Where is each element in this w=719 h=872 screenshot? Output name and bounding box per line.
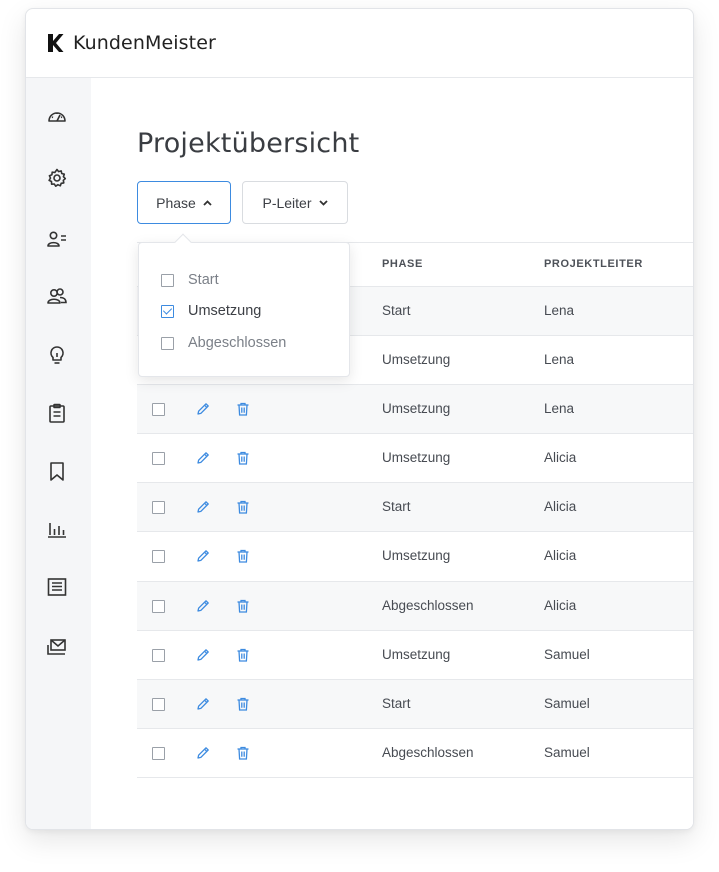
pencil-icon[interactable]: [195, 450, 211, 466]
row-checkbox[interactable]: [152, 599, 165, 613]
pencil-icon[interactable]: [195, 647, 211, 663]
cell-phase: Start: [382, 303, 411, 318]
table-row: Start Samuel: [137, 679, 693, 729]
row-checkbox[interactable]: [152, 648, 165, 662]
bookmark-icon[interactable]: [46, 460, 68, 482]
cell-projektleiter: Alicia: [544, 548, 577, 564]
cell-phase: Umsetzung: [382, 401, 451, 417]
cell-projektleiter: Samuel: [544, 695, 590, 711]
option-label: Start: [188, 272, 219, 288]
cell-phase: Umsetzung: [382, 646, 451, 662]
report-icon[interactable]: [46, 576, 68, 598]
chevron-down-icon: [318, 198, 328, 208]
dashboard-icon[interactable]: [46, 106, 68, 128]
row-checkbox[interactable]: [152, 697, 165, 711]
cell-phase: Umsetzung: [382, 450, 451, 466]
column-header-phase[interactable]: PHASE: [382, 258, 423, 270]
pencil-icon[interactable]: [195, 401, 211, 417]
trash-icon[interactable]: [235, 745, 251, 761]
logo-icon: [48, 34, 64, 52]
phase-filter-label: Phase: [156, 194, 196, 211]
phase-option-abgeschlossen[interactable]: Abgeschlossen: [161, 333, 286, 353]
option-label: Umsetzung: [188, 303, 262, 319]
page-title: Projektübersicht: [137, 128, 360, 159]
clipboard-icon[interactable]: [46, 402, 68, 424]
trash-icon[interactable]: [235, 647, 251, 663]
cell-projektleiter: Samuel: [544, 744, 590, 760]
trash-icon[interactable]: [235, 401, 251, 417]
users-icon[interactable]: [46, 285, 68, 307]
row-checkbox[interactable]: [152, 403, 165, 417]
table-row: Abgeschlossen Samuel: [137, 729, 693, 778]
trash-icon[interactable]: [235, 499, 251, 515]
trash-icon[interactable]: [235, 450, 251, 466]
cell-phase: Start: [382, 499, 411, 515]
phase-option-start[interactable]: Start: [161, 270, 219, 290]
mail-tray-icon[interactable]: [46, 636, 68, 658]
brand-name: KundenMeister: [73, 32, 216, 54]
pencil-icon[interactable]: [195, 499, 211, 515]
cell-phase: Umsetzung: [382, 352, 451, 368]
gear-icon[interactable]: [46, 167, 68, 189]
row-checkbox[interactable]: [152, 746, 165, 760]
table-row: Umsetzung Alicia: [137, 434, 693, 484]
cell-projektleiter: Lena: [544, 352, 575, 368]
row-checkbox[interactable]: [152, 452, 165, 466]
bar-chart-icon[interactable]: [46, 518, 68, 540]
row-checkbox[interactable]: [152, 501, 165, 515]
cell-projektleiter: Alicia: [544, 450, 577, 466]
table-row: Abgeschlossen Alicia: [137, 581, 693, 631]
cell-projektleiter: Samuel: [544, 646, 590, 662]
pencil-icon[interactable]: [195, 548, 211, 564]
cell-phase: Umsetzung: [382, 548, 451, 564]
trash-icon[interactable]: [235, 696, 251, 712]
pencil-icon[interactable]: [195, 696, 211, 712]
top-bar: KundenMeister: [26, 9, 693, 78]
cell-phase: Abgeschlossen: [382, 744, 474, 760]
chevron-up-icon: [203, 198, 212, 208]
phase-filter-button[interactable]: Phase: [137, 181, 231, 224]
option-checkbox[interactable]: [161, 336, 174, 350]
table-row: Umsetzung Samuel: [137, 631, 693, 680]
sidebar: [26, 78, 91, 829]
leiter-filter-label: P-Leiter: [262, 194, 312, 211]
table-row: Umsetzung Lena: [137, 385, 693, 435]
cell-projektleiter: Lena: [544, 303, 575, 318]
app-window: KundenMeister Projektübersicht Phase P-L…: [25, 8, 694, 830]
table-row: Start Alicia: [137, 483, 693, 533]
trash-icon[interactable]: [235, 598, 251, 614]
lightbulb-icon[interactable]: [46, 344, 68, 366]
option-checkbox[interactable]: [161, 304, 174, 318]
cell-projektleiter: Lena: [544, 401, 575, 417]
cell-phase: Start: [382, 695, 411, 711]
cell-phase: Abgeschlossen: [382, 597, 474, 613]
pencil-icon[interactable]: [195, 745, 211, 761]
main-content: Projektübersicht Phase P-Leiter PHASE PR…: [91, 78, 693, 829]
phase-filter-dropdown: Start Umsetzung Abgeschlossen: [138, 233, 350, 377]
option-label: Abgeschlossen: [188, 335, 287, 351]
trash-icon[interactable]: [235, 548, 251, 564]
pencil-icon[interactable]: [195, 598, 211, 614]
user-list-icon[interactable]: [46, 228, 68, 250]
phase-option-umsetzung[interactable]: Umsetzung: [161, 301, 261, 321]
cell-projektleiter: Alicia: [544, 597, 577, 613]
row-checkbox[interactable]: [152, 550, 165, 564]
column-header-projektleiter[interactable]: PROJEKTLEITER: [544, 258, 643, 270]
leiter-filter-button[interactable]: P-Leiter: [242, 181, 348, 224]
table-row: Umsetzung Alicia: [137, 532, 693, 582]
cell-projektleiter: Alicia: [544, 499, 577, 515]
option-checkbox[interactable]: [161, 273, 174, 287]
